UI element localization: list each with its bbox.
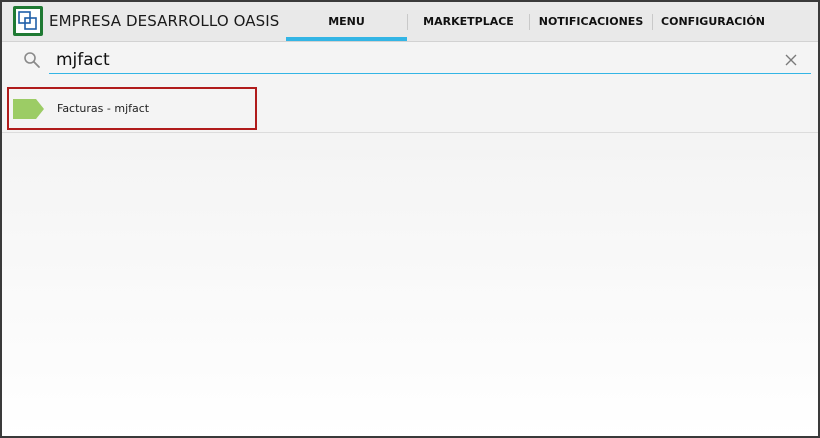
- app-window: EMPRESA DESARROLLO OASIS MENU MARKETPLAC…: [0, 0, 820, 438]
- tab-marketplace[interactable]: MARKETPLACE: [408, 2, 529, 41]
- tab-label: CONFIGURACIÓN: [661, 15, 765, 28]
- search-icon: [24, 52, 40, 68]
- search-input[interactable]: [49, 46, 811, 74]
- tag-icon: [13, 99, 44, 119]
- close-icon[interactable]: [784, 53, 798, 67]
- company-name: EMPRESA DESARROLLO OASIS: [49, 12, 280, 30]
- search-results-list: Facturas - mjfact: [2, 84, 818, 133]
- tab-menu[interactable]: MENU: [286, 2, 407, 41]
- top-navigation-bar: EMPRESA DESARROLLO OASIS MENU MARKETPLAC…: [2, 2, 818, 42]
- tab-label: MARKETPLACE: [423, 15, 514, 28]
- tab-label: NOTIFICACIONES: [538, 15, 644, 28]
- tab-label: MENU: [328, 15, 365, 28]
- search-bar: [2, 42, 818, 80]
- tab-notificaciones[interactable]: NOTIFICACIONES: [530, 2, 652, 41]
- result-item-facturas[interactable]: Facturas - mjfact: [7, 87, 257, 130]
- tab-configuracion[interactable]: CONFIGURACIÓN: [653, 2, 773, 41]
- result-label: Facturas - mjfact: [57, 102, 150, 115]
- app-logo-icon: [13, 6, 43, 36]
